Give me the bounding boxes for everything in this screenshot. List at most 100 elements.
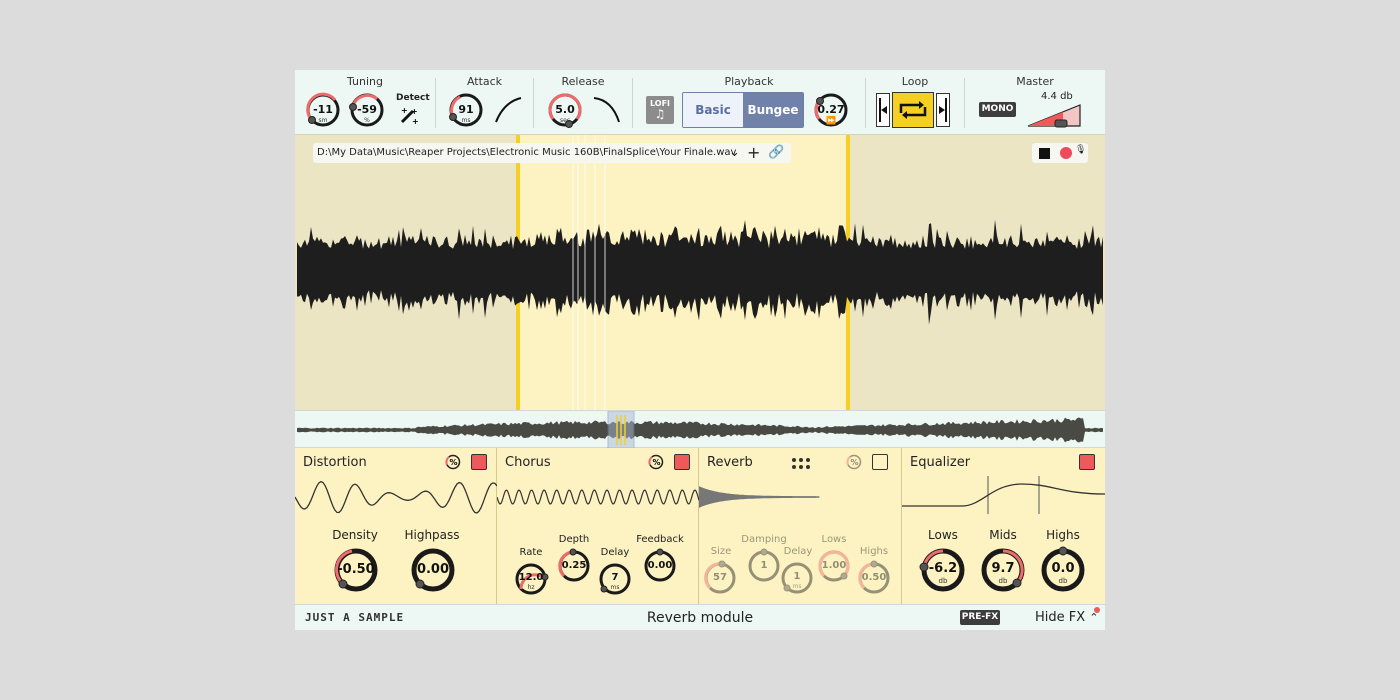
waveform-overview[interactable] (295, 410, 1105, 450)
attack-value: 91 (458, 103, 474, 116)
reverb-highs-knob[interactable]: 0.50 (857, 560, 891, 595)
size-label: Size (710, 546, 732, 557)
reverb-lows-knob[interactable]: 1.00 (817, 549, 851, 583)
eq-lows-label: Lows (928, 528, 958, 542)
release-title: Release (561, 75, 605, 88)
overview-canvas (297, 410, 1103, 450)
mix-percent-icon[interactable]: % (445, 454, 461, 470)
attack-knob[interactable]: 91 ms (448, 92, 484, 128)
svg-text:%: % (851, 458, 859, 467)
eq-curve-icon (902, 476, 1105, 514)
density-knob[interactable]: -0.50 (332, 546, 380, 594)
eq-highs-knob[interactable]: 0.0 db (1039, 546, 1087, 594)
chorus-title: Chorus (505, 455, 551, 470)
reverb-delay-knob[interactable]: 1 ms (780, 561, 814, 595)
hide-fx-button[interactable]: Hide FX ⌃ (1035, 610, 1099, 625)
playback-mode-switch: Basic Bungee (682, 92, 804, 128)
eq-mids-label: Mids (989, 528, 1017, 542)
equalizer-title: Equalizer (910, 455, 971, 470)
attack-curve-icon[interactable] (494, 96, 522, 124)
fast-forward-icon: ⏩ (826, 116, 836, 125)
link-icon[interactable]: 🔗 (768, 143, 784, 163)
semitone-knob[interactable]: -11 sm (305, 92, 341, 128)
density-value: -0.50 (337, 562, 375, 577)
equalizer-enable-toggle[interactable] (1079, 454, 1095, 470)
dots-grid-icon[interactable] (791, 456, 811, 470)
depth-knob[interactable]: 0.25 (557, 548, 591, 583)
playback-title: Playback (724, 75, 774, 88)
chorus-delay-value: 7 (611, 572, 619, 583)
rate-value: 12.0 (518, 572, 544, 583)
chorus-delay-label: Delay (600, 547, 630, 558)
chorus-panel: Chorus % Rate 12.0 hz Depth 0.25 Delay 7… (497, 448, 699, 604)
svg-text:%: % (450, 458, 458, 467)
chorus-delay-knob[interactable]: 7 ms (598, 562, 632, 596)
record-controls: 🎙 (1032, 143, 1088, 163)
eq-highs-value: 0.0 (1051, 561, 1075, 576)
speed-value: 0.27 (817, 103, 845, 116)
reverb-highs-label: Highs (859, 546, 889, 557)
depth-value: 0.25 (561, 560, 587, 571)
highpass-value: 0.00 (416, 562, 450, 577)
bungee-mode-button[interactable]: Bungee (743, 93, 803, 127)
status-bar: JUST A SAMPLE Reverb module PRE-FX Hide … (295, 604, 1105, 630)
depth-label: Depth (558, 534, 590, 545)
attack-section: Attack 91 ms (436, 70, 533, 134)
stop-icon[interactable] (1039, 148, 1050, 159)
rate-label: Rate (519, 547, 543, 558)
eq-mids-value: 9.7 (991, 561, 1015, 576)
master-gain-value: 4.4 db (1041, 91, 1073, 102)
waveform-view[interactable]: D:\My Data\Music\Reaper Projects\Electro… (295, 134, 1105, 475)
magic-wand-icon[interactable]: + + + (399, 105, 419, 126)
release-knob[interactable]: 5.0 sec (547, 92, 583, 128)
highpass-knob[interactable]: 0.00 (409, 546, 457, 594)
release-curve-icon[interactable] (592, 96, 620, 124)
eq-highs-unit: db (1058, 577, 1068, 585)
waveform-canvas (297, 135, 1103, 411)
chorus-wave-icon (497, 489, 699, 505)
detect-label: Detect (396, 93, 430, 103)
basic-mode-button[interactable]: Basic (683, 93, 743, 127)
rate-unit: hz (527, 584, 535, 591)
reverb-enable-toggle[interactable] (872, 454, 888, 470)
chevron-down-icon[interactable]: ⌄ (729, 143, 740, 163)
chorus-delay-unit: ms (610, 584, 620, 591)
loop-title: Loop (901, 75, 929, 88)
svg-text:+: + (411, 107, 418, 116)
rate-knob[interactable]: 12.0 hz (514, 562, 549, 596)
loop-toggle-icon[interactable] (892, 92, 934, 128)
reverb-delay-unit: ms (792, 583, 802, 590)
eq-lows-knob[interactable]: -6.2 db (919, 546, 967, 594)
damping-knob[interactable]: 1 (747, 548, 781, 583)
lofi-toggle[interactable]: LOFI ♫ (646, 96, 674, 124)
attack-title: Attack (466, 75, 503, 88)
mix-percent-icon[interactable]: % (846, 454, 862, 470)
mix-percent-icon[interactable]: % (648, 454, 664, 470)
speed-knob[interactable]: 0.27 ⏩ (813, 92, 849, 128)
damping-value: 1 (760, 560, 768, 571)
eq-mids-knob[interactable]: 9.7 db (979, 546, 1027, 594)
record-icon[interactable] (1060, 147, 1072, 159)
cents-value: -59 (357, 103, 377, 116)
tuning-title: Tuning (346, 75, 383, 88)
semitone-unit: sm (318, 117, 328, 124)
distortion-enable-toggle[interactable] (471, 454, 487, 470)
release-section: Release 5.0 sec (534, 70, 632, 134)
mono-toggle[interactable]: MONO (979, 102, 1016, 117)
chorus-enable-toggle[interactable] (674, 454, 690, 470)
hide-fx-label: Hide FX (1035, 610, 1086, 625)
music-note-icon: ♫ (654, 107, 666, 121)
microphone-icon[interactable]: 🎙 (1075, 145, 1086, 155)
release-value: 5.0 (555, 103, 575, 116)
loop-start-icon[interactable] (876, 93, 890, 127)
file-path-bar[interactable]: D:\My Data\Music\Reaper Projects\Electro… (313, 143, 791, 163)
size-knob[interactable]: 57 (703, 560, 737, 595)
pre-fx-toggle[interactable]: PRE-FX (960, 610, 1000, 625)
add-file-icon[interactable]: + (747, 143, 760, 163)
semitone-value: -11 (313, 103, 333, 116)
master-volume-slider[interactable] (1027, 104, 1083, 128)
loop-end-icon[interactable] (936, 93, 950, 127)
svg-text:%: % (653, 458, 661, 467)
feedback-knob[interactable]: 0.00 (643, 548, 677, 583)
cents-knob[interactable]: -59 % (349, 92, 385, 128)
